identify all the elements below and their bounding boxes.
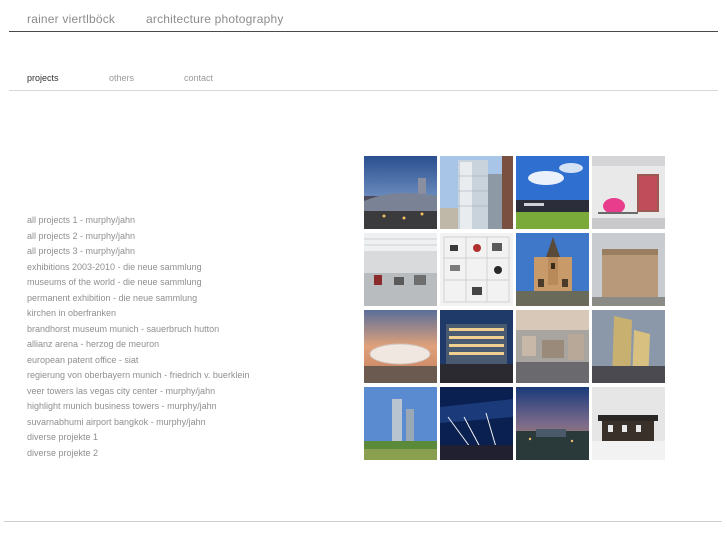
thumbnail-display-shelves[interactable] [440, 233, 513, 306]
project-list: all projects 1 - murphy/jahn all project… [27, 213, 249, 461]
site-header: rainer viertlböck architecture photograp… [0, 0, 727, 32]
project-link[interactable]: all projects 3 - murphy/jahn [27, 244, 249, 260]
thumbnail-tower[interactable] [440, 156, 513, 229]
nav-contact[interactable]: contact [184, 73, 213, 83]
project-link[interactable]: regierung von oberbayern munich - friedr… [27, 368, 249, 384]
footer-divider [4, 521, 722, 522]
nav-others[interactable]: others [109, 73, 134, 83]
thumbnail-landscape-dusk[interactable] [516, 387, 589, 460]
site-name[interactable]: rainer viertlböck [27, 12, 115, 26]
thumbnail-wooden-house[interactable] [592, 387, 665, 460]
thumbnail-airport-night[interactable] [440, 387, 513, 460]
project-link[interactable]: exhibitions 2003-2010 - die neue sammlun… [27, 260, 249, 276]
thumbnail-sky-building[interactable] [516, 156, 589, 229]
thumbnail-glass-towers[interactable] [592, 310, 665, 383]
thumbnail-museum-block[interactable] [592, 233, 665, 306]
project-link[interactable]: european patent office - siat [27, 353, 249, 369]
project-link[interactable]: kirchen in oberfranken [27, 306, 249, 322]
thumbnail-city-aerial[interactable] [516, 310, 589, 383]
project-link[interactable]: diverse projekte 2 [27, 446, 249, 462]
project-link[interactable]: brandhorst museum munich - sauerbruch hu… [27, 322, 249, 338]
project-link[interactable]: museums of the world - die neue sammlung [27, 275, 249, 291]
project-link[interactable]: all projects 2 - murphy/jahn [27, 229, 249, 245]
thumbnail-exhibition-hall[interactable] [364, 233, 437, 306]
thumbnail-church[interactable] [516, 233, 589, 306]
project-link[interactable]: permanent exhibition - die neue sammlung [27, 291, 249, 307]
project-link[interactable]: all projects 1 - murphy/jahn [27, 213, 249, 229]
project-link[interactable]: suvarnabhumi airport bangkok - murphy/ja… [27, 415, 249, 431]
thumbnail-office-dusk[interactable] [440, 310, 513, 383]
project-link[interactable]: veer towers las vegas city center - murp… [27, 384, 249, 400]
thumbnail-grid [364, 156, 666, 460]
thumbnail-city-dusk[interactable] [364, 156, 437, 229]
thumbnail-stadium-sunset[interactable] [364, 310, 437, 383]
thumbnail-interior-chair[interactable] [592, 156, 665, 229]
project-link[interactable]: highlight munich business towers - murph… [27, 399, 249, 415]
site-tagline: architecture photography [146, 12, 284, 26]
nav-projects[interactable]: projects [27, 73, 59, 83]
project-link[interactable]: allianz arena - herzog de meuron [27, 337, 249, 353]
project-link[interactable]: diverse projekte 1 [27, 430, 249, 446]
header-divider [9, 31, 718, 32]
nav-divider [9, 90, 718, 91]
thumbnail-towers-park[interactable] [364, 387, 437, 460]
main-nav: projects others contact [0, 72, 727, 92]
